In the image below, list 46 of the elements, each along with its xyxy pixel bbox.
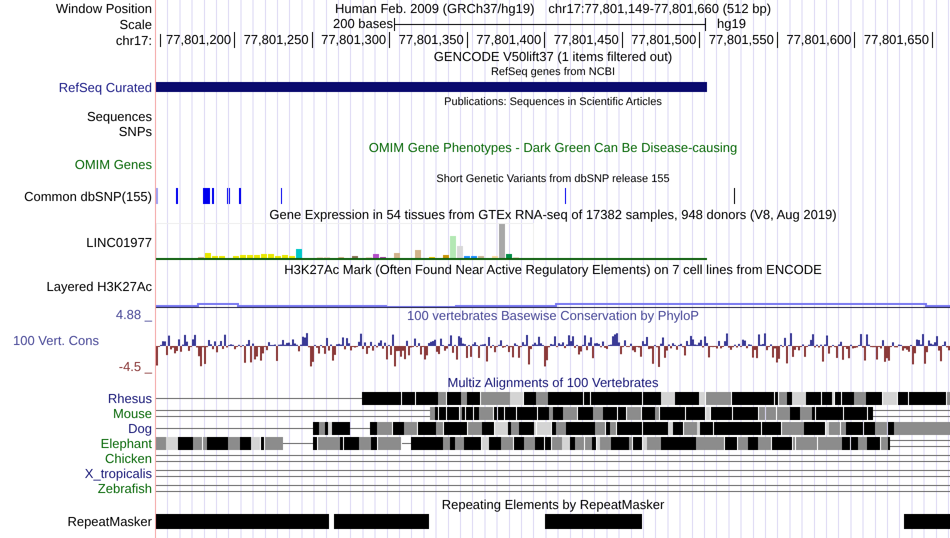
track-label[interactable]: Chicken: [105, 451, 152, 466]
row-label: chr17:: [116, 32, 152, 48]
track-label[interactable]: OMIM Genes: [74, 156, 152, 172]
track-label[interactable]: Layered H3K27Ac: [46, 279, 152, 294]
track-label[interactable]: Common dbSNP(155): [24, 188, 152, 204]
track-title: GENCODE V50lift37 (1 items filtered out): [434, 49, 672, 64]
track-label[interactable]: LINC01977: [86, 234, 152, 250]
track-label[interactable]: Sequences: [86, 109, 152, 124]
position-text: chr17:77,801,149-77,801,660 (512 bp): [548, 0, 772, 16]
axis-min-label: -4.5 _: [118, 360, 152, 374]
ruler-label: 77,801,500: [631, 32, 700, 48]
track-title: Multiz Alignments of 100 Vertebrates: [447, 375, 658, 390]
row-label: Scale: [119, 16, 152, 32]
track-title: RefSeq genes from NCBI: [490, 66, 616, 78]
track-label[interactable]: Rhesus: [108, 391, 152, 406]
ruler-label: 77,801,200: [166, 32, 236, 48]
track-title: Publications: Sequences in Scientific Articles: [444, 96, 662, 108]
ruler-label: 77,801,600: [786, 32, 856, 48]
track-title: H3K27Ac Mark (Often Found Near Active Regulatory Elements) on 7 cell lines from ENCODE: [284, 262, 822, 277]
track-title: 100 vertebrates Basewise Conservation by PhyloP: [407, 308, 699, 323]
ruler-tick: [160, 34, 161, 47]
assembly-name: hg19: [717, 16, 746, 32]
track-label[interactable]: SNPs: [118, 124, 152, 139]
ruler-label: 77,801,450: [554, 32, 623, 48]
ruler-label: 77,801,350: [398, 32, 468, 48]
ruler-label: 77,801,400: [476, 32, 546, 48]
track-label[interactable]: RefSeq Curated: [58, 80, 152, 94]
track-title: Short Genetic Variants from dbSNP release 155: [436, 173, 670, 185]
axis-max-label: 4.88 _: [114, 308, 152, 322]
row-label: Window Position: [56, 0, 152, 16]
track-title: OMIM Gene Phenotypes - Dark Green Can Be Disease-causing: [368, 140, 738, 155]
track-label[interactable]: 100 Vert. Cons: [0, 334, 152, 348]
track-label[interactable]: X_tropicalis: [84, 466, 152, 481]
track-label[interactable]: Mouse: [112, 406, 152, 421]
track-label[interactable]: Dog: [128, 421, 152, 436]
track-label[interactable]: Zebrafish: [98, 481, 152, 496]
track-label[interactable]: Elephant: [100, 436, 152, 451]
ruler-label: 77,801,550: [708, 32, 778, 48]
track-title: Repeating Elements by RepeatMasker: [442, 497, 664, 512]
ruler-label: 77,801,650: [864, 32, 933, 48]
track-label[interactable]: RepeatMasker: [67, 514, 152, 528]
scale-length: 200 bases: [333, 16, 393, 32]
ruler-label: 77,801,300: [321, 32, 390, 48]
assembly-text: Human Feb. 2009 (GRCh37/hg19): [334, 0, 534, 16]
ruler-label: 77,801,250: [244, 32, 313, 48]
track-title: Gene Expression in 54 tissues from GTEx RNA-seq of 17382 samples, 948 donors (V8, Aug 2019): [269, 207, 837, 222]
